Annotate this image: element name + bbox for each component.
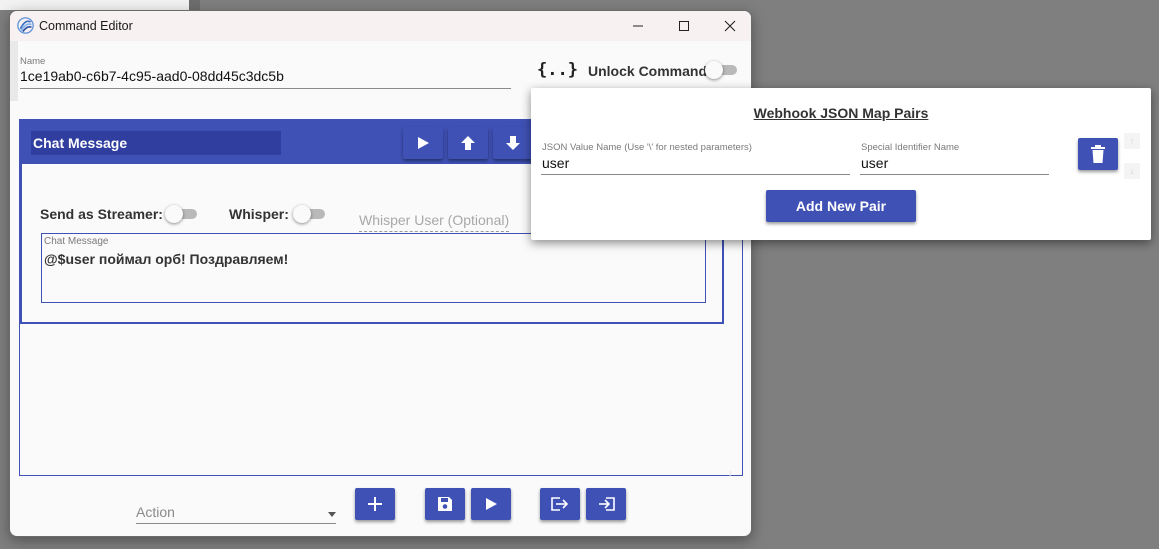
json-value-name-input[interactable]: user — [542, 155, 569, 171]
webhook-json-popup: Webhook JSON Map Pairs JSON Value Name (… — [531, 88, 1151, 240]
minimize-button[interactable] — [615, 11, 661, 41]
send-as-streamer-toggle[interactable] — [165, 204, 199, 224]
unlock-command-toggle[interactable] — [705, 60, 739, 80]
left-edge-strip — [10, 41, 18, 101]
run-action-button[interactable] — [403, 127, 443, 159]
name-input[interactable]: 1ce19ab0-c6b7-4c95-aad0-08dd45c3dc5b — [20, 68, 284, 84]
chat-message-text: @$user поймал орб! Поздравляем! — [44, 251, 289, 267]
chat-message-textarea[interactable]: Chat Message @$user поймал орб! Поздравл… — [41, 233, 706, 303]
title-bar: Command Editor — [10, 11, 751, 41]
json-value-name-underline — [541, 174, 850, 175]
toggle-knob — [293, 205, 311, 223]
toggle-knob — [705, 61, 723, 79]
move-up-button[interactable] — [448, 127, 488, 159]
popup-title: Webhook JSON Map Pairs — [531, 105, 1151, 121]
whisper-toggle[interactable] — [293, 204, 327, 224]
minimize-icon — [633, 25, 643, 27]
delete-pair-button[interactable] — [1078, 138, 1118, 170]
arrow-down-icon — [506, 136, 520, 150]
maximize-button[interactable] — [661, 11, 707, 41]
close-button[interactable] — [707, 11, 751, 41]
play-icon — [418, 137, 429, 149]
action-type-select[interactable]: Action — [136, 504, 336, 524]
popup-title-text: Webhook JSON Map Pairs — [753, 105, 929, 121]
close-icon — [724, 20, 736, 32]
export-icon — [551, 497, 569, 511]
chevron-down-icon — [328, 512, 336, 517]
action-name-field[interactable]: Chat Message — [31, 131, 281, 155]
unlock-command-label: Unlock Command: — [588, 63, 712, 79]
app-logo-icon — [17, 17, 34, 34]
whisper-user-input[interactable]: Whisper User (Optional) — [359, 212, 509, 228]
play-icon — [486, 498, 497, 510]
export-button[interactable] — [540, 488, 580, 520]
window-title: Command Editor — [39, 19, 133, 33]
test-command-button[interactable] — [471, 488, 511, 520]
special-identifier-label: Special Identifier Name — [861, 142, 960, 153]
trash-icon — [1091, 145, 1105, 163]
background-window — [0, 0, 200, 10]
pair-move-down-icon[interactable]: ↓ — [1124, 163, 1140, 179]
save-button[interactable] — [425, 488, 465, 520]
json-braces-button[interactable]: {..} — [537, 60, 578, 80]
maximize-icon — [679, 21, 689, 31]
json-value-name-label: JSON Value Name (Use '\' for nested para… — [542, 142, 752, 153]
whisper-label: Whisper: — [229, 206, 289, 222]
toggle-knob — [165, 205, 183, 223]
whisper-user-underline — [359, 231, 509, 232]
special-identifier-underline — [860, 174, 1049, 175]
name-label: Name — [20, 56, 46, 67]
name-underline — [20, 88, 511, 89]
action-select-placeholder: Action — [136, 504, 175, 520]
background-window-edge — [189, 0, 200, 10]
arrow-up-icon — [461, 136, 475, 150]
chat-message-label: Chat Message — [44, 236, 109, 247]
import-icon — [599, 497, 615, 511]
plus-icon — [368, 497, 382, 511]
action-select-underline — [136, 523, 336, 524]
save-icon — [438, 497, 452, 511]
pair-move-up-icon[interactable]: ↑ — [1124, 133, 1140, 149]
scroll-down-icon[interactable]: ↓ — [728, 468, 733, 478]
send-as-streamer-label: Send as Streamer: — [40, 206, 163, 222]
add-new-pair-button[interactable]: Add New Pair — [766, 190, 916, 222]
import-button[interactable] — [586, 488, 626, 520]
special-identifier-input[interactable]: user — [861, 155, 888, 171]
add-action-button[interactable] — [355, 488, 395, 520]
move-down-button[interactable] — [493, 127, 533, 159]
